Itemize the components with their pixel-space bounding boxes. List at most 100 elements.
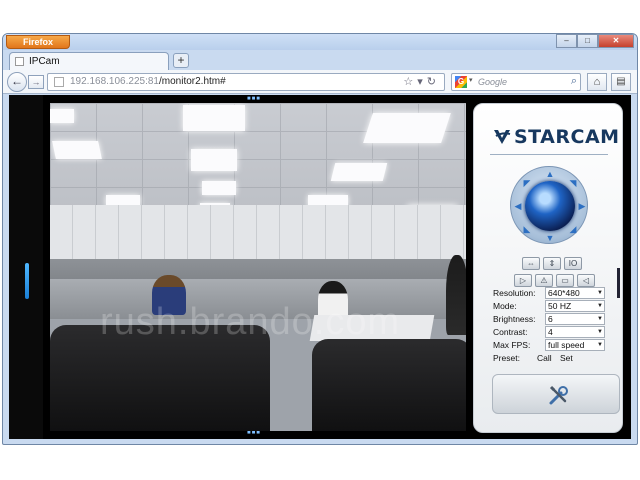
- select-value: 4: [548, 327, 553, 337]
- close-button[interactable]: ✕: [598, 34, 634, 48]
- forward-button[interactable]: →: [28, 75, 44, 89]
- panel-scroll-indicator[interactable]: [617, 268, 620, 298]
- ceiling-light: [52, 141, 102, 159]
- starcam-logo-icon: [494, 130, 511, 144]
- mode-select[interactable]: 50 HZ ▼: [545, 300, 605, 312]
- ptz-icon-row-1: ⇔ ⇕ IO: [522, 257, 582, 270]
- setting-label: Brightness:: [493, 314, 536, 324]
- ptz-icon-row-2: ▷ ⚠ ▭ ◁: [514, 274, 595, 287]
- ceiling-light: [183, 105, 245, 131]
- window-controls: – □ ✕: [556, 34, 634, 48]
- ptz-down-right-icon[interactable]: ◢: [567, 223, 579, 235]
- ptz-up-right-icon[interactable]: ◥: [567, 177, 579, 189]
- chevron-down-icon: ▼: [597, 329, 603, 335]
- url-host: 192.168.106.225:81: [70, 76, 159, 87]
- preset-set-button[interactable]: Set: [560, 353, 573, 363]
- preset-label: Preset:: [493, 353, 520, 363]
- search-placeholder: Google: [478, 77, 508, 87]
- setting-contrast: Contrast: 4 ▼: [493, 326, 613, 339]
- brand-name: STARCAM: [514, 126, 620, 148]
- play-icon[interactable]: ▷: [514, 274, 532, 287]
- max-fps-select[interactable]: full speed ▼: [545, 339, 605, 351]
- video-cabinets: [50, 205, 466, 261]
- setting-mode: Mode: 50 HZ ▼: [493, 300, 613, 313]
- select-value: 6: [548, 314, 553, 324]
- browser-window: Firefox – □ ✕ IPCam + ← → 192.168.106.22…: [2, 33, 638, 445]
- page-icon: [15, 57, 24, 66]
- menu-icon[interactable]: ▤: [611, 73, 631, 91]
- ceiling-light: [202, 181, 236, 195]
- tab-strip: IPCam +: [3, 50, 637, 70]
- video-settings: Resolution: 640*480 ▼ Mode: 50 HZ ▼ Bright…: [493, 287, 613, 365]
- home-icon[interactable]: ⌂: [587, 73, 607, 91]
- video-person: [446, 255, 466, 335]
- mirror-icon[interactable]: ▭: [556, 274, 574, 287]
- url-text[interactable]: 192.168.106.225:81/monitor2.htm#: [70, 76, 226, 87]
- bottom-drag-handle[interactable]: ■■■: [247, 430, 267, 436]
- chevron-down-icon: ▼: [597, 303, 603, 309]
- flip-icon[interactable]: ◁: [577, 274, 595, 287]
- setting-resolution: Resolution: 640*480 ▼: [493, 287, 613, 300]
- ceiling-light: [50, 109, 74, 123]
- setting-label: Max FPS:: [493, 340, 531, 350]
- ptz-up-left-icon[interactable]: ◤: [521, 177, 533, 189]
- select-value: full speed: [548, 340, 585, 350]
- ptz-right-icon[interactable]: ▶: [576, 200, 588, 212]
- video-watermark: rush.brando.com: [100, 301, 401, 343]
- setting-max-fps: Max FPS: full speed ▼: [493, 339, 613, 352]
- select-value: 640*480: [548, 288, 580, 298]
- maximize-button[interactable]: □: [577, 34, 598, 48]
- ptz-left-icon[interactable]: ◀: [512, 200, 524, 212]
- settings-button[interactable]: [492, 374, 620, 414]
- bookmark-star-icon[interactable]: ☆▾↻: [403, 75, 440, 88]
- setting-label: Contrast:: [493, 327, 528, 337]
- alarm-icon[interactable]: ⚠: [535, 274, 553, 287]
- tab-ipcam[interactable]: IPCam: [9, 52, 169, 70]
- resolution-select[interactable]: 640*480 ▼: [545, 287, 605, 299]
- ceiling-light: [191, 149, 237, 171]
- title-bar: Firefox – □ ✕: [3, 34, 637, 50]
- select-value: 50 HZ: [548, 301, 572, 311]
- contrast-select[interactable]: 4 ▼: [545, 326, 605, 338]
- wrench-screwdriver-icon: [549, 385, 568, 405]
- search-engine-dropdown-icon[interactable]: ▾: [469, 76, 473, 84]
- chevron-down-icon: ▼: [597, 316, 603, 322]
- horizontal-patrol-icon[interactable]: ⇔: [522, 257, 540, 270]
- vertical-patrol-icon[interactable]: ⇕: [543, 257, 561, 270]
- firefox-menu-button[interactable]: Firefox: [6, 35, 70, 49]
- video-chair: [312, 339, 466, 431]
- ptz-down-left-icon[interactable]: ◣: [521, 223, 533, 235]
- top-drag-handle[interactable]: ■■■: [247, 96, 267, 102]
- ceiling-light: [330, 163, 388, 181]
- ptz-up-icon[interactable]: ▲: [544, 168, 556, 180]
- sidebar-toggle-handle[interactable]: [25, 263, 29, 299]
- site-identity-icon[interactable]: [54, 77, 64, 87]
- minimize-button[interactable]: –: [556, 34, 577, 48]
- google-icon[interactable]: G: [455, 76, 467, 88]
- chevron-down-icon: ▼: [597, 342, 603, 348]
- ceiling-light: [363, 113, 451, 143]
- new-tab-button[interactable]: +: [173, 53, 189, 68]
- camera-video-feed[interactable]: rush.brando.com: [50, 103, 466, 431]
- preset-call-button[interactable]: Call: [537, 353, 552, 363]
- camera-control-panel: STARCAM ▲ ▼ ◀ ▶ ◤ ◥ ◣ ◢ ⇔ ⇕ IO ▷ ⚠ ▭ ◁ R…: [473, 103, 623, 433]
- chevron-down-icon: ▼: [597, 290, 603, 296]
- left-sidebar: [9, 95, 43, 439]
- io-switch-icon[interactable]: IO: [564, 257, 582, 270]
- search-bar[interactable]: G ▾ Google ⌕: [451, 73, 581, 91]
- search-icon[interactable]: ⌕: [571, 75, 577, 88]
- ptz-control-wheel[interactable]: ▲ ▼ ◀ ▶ ◤ ◥ ◣ ◢: [510, 166, 588, 244]
- address-bar[interactable]: 192.168.106.225:81/monitor2.htm# ☆▾↻: [47, 73, 445, 91]
- setting-label: Resolution:: [493, 288, 536, 298]
- ptz-down-icon[interactable]: ▼: [544, 232, 556, 244]
- setting-brightness: Brightness: 6 ▼: [493, 313, 613, 326]
- url-path: /monitor2.htm#: [158, 76, 226, 87]
- back-button[interactable]: ←: [7, 72, 27, 92]
- tab-title: IPCam: [29, 56, 60, 67]
- brightness-select[interactable]: 6 ▼: [545, 313, 605, 325]
- brand-divider: [490, 154, 608, 155]
- navigation-bar: ← → 192.168.106.225:81/monitor2.htm# ☆▾↻…: [3, 70, 637, 94]
- setting-label: Mode:: [493, 301, 517, 311]
- page-content: ■■■ ■■■ rush.brando.com STARCAM ▲ ▼ ◀ ▶ …: [9, 95, 631, 439]
- setting-preset: Preset: Call Set: [493, 352, 613, 365]
